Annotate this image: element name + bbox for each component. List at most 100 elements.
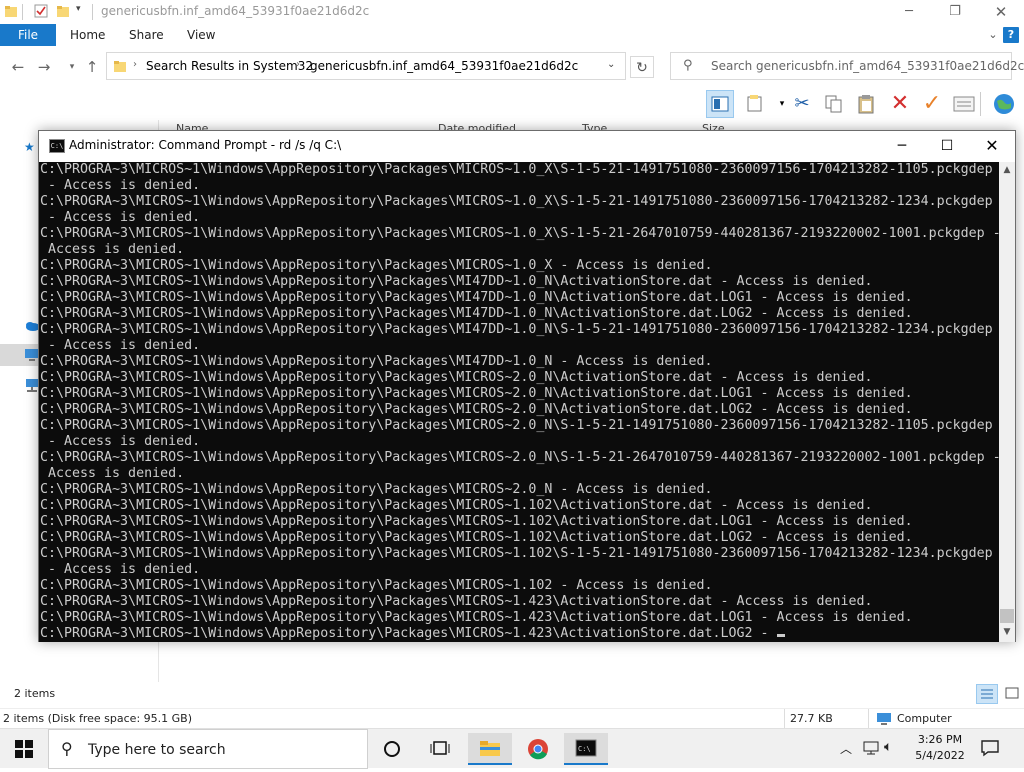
address-dropdown-icon[interactable]: ⌄ [607, 59, 615, 70]
console-line: C:\PROGRA~3\MICROS~1\Windows\AppReposito… [40, 498, 873, 513]
show-hidden-icons-icon[interactable]: ︿ [840, 740, 852, 757]
separator [980, 92, 981, 116]
console-line: C:\PROGRA~3\MICROS~1\Windows\AppReposito… [40, 386, 913, 401]
up-button[interactable]: ↑ [82, 56, 102, 78]
help-icon[interactable]: ? [1003, 27, 1019, 43]
new-item-icon[interactable] [742, 90, 770, 118]
separator [22, 4, 23, 20]
console-line: C:\PROGRA~3\MICROS~1\Windows\AppReposito… [40, 514, 913, 529]
cut-icon[interactable]: ✂ [788, 90, 816, 118]
maximize-button[interactable]: ❐ [932, 0, 978, 24]
console-line: C:\PROGRA~3\MICROS~1\Windows\AppReposito… [40, 322, 993, 337]
copy-icon[interactable] [820, 90, 848, 118]
ribbon-tabs: File Home Share View ⌄ ? [0, 24, 1024, 46]
chrome-icon[interactable] [516, 733, 560, 765]
recent-locations-icon[interactable]: ▾ [62, 56, 82, 78]
new-folder-icon[interactable] [56, 4, 70, 18]
computer-icon [876, 712, 892, 729]
separator [92, 4, 93, 20]
cmd-window-title: Administrator: Command Prompt - rd /s /q… [69, 138, 342, 152]
console-line: C:\PROGRA~3\MICROS~1\Windows\AppReposito… [40, 162, 993, 177]
breadcrumb-folder[interactable]: genericusbfn.inf_amd64_53931f0ae21d6d2c [310, 59, 578, 73]
expand-ribbon-icon[interactable]: ⌄ [984, 26, 1002, 44]
tab-file[interactable]: File [0, 24, 56, 46]
volume-icon[interactable]: 🔈︎ [884, 739, 892, 755]
console-line: C:\PROGRA~3\MICROS~1\Windows\AppReposito… [40, 226, 999, 241]
command-prompt-window[interactable]: C:\ Administrator: Command Prompt - rd /… [38, 130, 1016, 642]
console-line: - Access is denied. [40, 562, 201, 577]
cmd-minimize-button[interactable]: ─ [879, 131, 925, 161]
status-bar: 2 items (Disk free space: 95.1 GB) 27.7 … [0, 708, 1024, 729]
console-text: C:\PROGRA~3\MICROS~1\Windows\AppReposito… [39, 162, 999, 642]
address-row: ← → ▾ ↑ › Search Results in System32 › g… [0, 48, 1024, 86]
minimize-button[interactable]: ─ [886, 0, 932, 24]
tab-view[interactable]: View [187, 24, 215, 46]
console-output[interactable]: C:\PROGRA~3\MICROS~1\Windows\AppReposito… [39, 162, 999, 642]
console-line: C:\PROGRA~3\MICROS~1\Windows\AppReposito… [40, 290, 913, 305]
console-line: C:\PROGRA~3\MICROS~1\Windows\AppReposito… [40, 258, 713, 273]
folder-icon [113, 59, 127, 76]
console-line: Access is denied. [40, 242, 185, 257]
search-box[interactable]: ⚲ Search genericusbfn.inf_amd64_53931f0a… [670, 52, 1024, 80]
search-icon: ⚲ [683, 58, 693, 73]
details-view-button[interactable] [976, 684, 998, 704]
taskbar: ⚲ Type here to search C:\ ︿ 🔈︎ 3:26 PM 5… [0, 728, 1024, 769]
folder-icon [4, 4, 18, 18]
clock-date: 5/4/2022 [915, 749, 965, 762]
status-area: 2 items 2 items (Disk free space: 95.1 G… [0, 682, 1024, 729]
command-prompt-taskbar-icon[interactable]: C:\ [564, 733, 608, 765]
clock[interactable]: 3:26 PM 5/4/2022 [910, 732, 970, 764]
console-line: C:\PROGRA~3\MICROS~1\Windows\AppReposito… [40, 546, 993, 561]
network-status-icon[interactable] [862, 740, 880, 759]
tab-home[interactable]: Home [70, 24, 105, 46]
breadcrumb-chevron-icon[interactable]: › [133, 59, 137, 70]
cortana-icon[interactable] [370, 733, 414, 765]
customize-toolbar-icon[interactable]: ▾ [76, 4, 81, 14]
explorer-titlebar: ▾ genericusbfn.inf_amd64_53931f0ae21d6d2… [0, 0, 1024, 24]
scroll-thumb[interactable] [1000, 609, 1014, 623]
cmd-titlebar[interactable]: C:\ Administrator: Command Prompt - rd /… [39, 131, 1015, 161]
task-view-icon[interactable] [418, 733, 462, 765]
console-line: C:\PROGRA~3\MICROS~1\Windows\AppReposito… [40, 594, 873, 609]
sidebar-item-this-pc[interactable] [0, 344, 39, 366]
console-line: C:\PROGRA~3\MICROS~1\Windows\AppReposito… [40, 354, 713, 369]
console-line: C:\PROGRA~3\MICROS~1\Windows\AppReposito… [40, 194, 993, 209]
globe-icon[interactable] [990, 90, 1018, 118]
breadcrumb-search-results[interactable]: Search Results in System32 [146, 59, 313, 73]
taskbar-search[interactable]: ⚲ Type here to search [48, 729, 368, 769]
refresh-button[interactable]: ↻ [630, 56, 654, 78]
clock-time: 3:26 PM [917, 733, 963, 746]
properties-icon[interactable] [950, 90, 978, 118]
notification-center-icon[interactable] [980, 739, 1000, 760]
scroll-down-arrow-icon[interactable]: ▼ [999, 624, 1015, 640]
rename-check-icon[interactable]: ✓ [918, 90, 946, 118]
large-icons-view-button[interactable] [1002, 684, 1022, 704]
preview-pane-icon[interactable] [706, 90, 734, 118]
close-button[interactable]: ✕ [978, 0, 1024, 24]
console-line: C:\PROGRA~3\MICROS~1\Windows\AppReposito… [40, 626, 769, 641]
cmd-maximize-button[interactable]: ☐ [924, 131, 970, 161]
delete-icon[interactable]: ✕ [886, 90, 914, 118]
command-prompt-icon: C:\ [49, 139, 65, 153]
properties-icon[interactable] [34, 4, 48, 18]
console-line: C:\PROGRA~3\MICROS~1\Windows\AppReposito… [40, 274, 873, 289]
console-line: - Access is denied. [40, 210, 201, 225]
tab-share[interactable]: Share [129, 24, 164, 46]
console-line: C:\PROGRA~3\MICROS~1\Windows\AppReposito… [40, 530, 913, 545]
console-scrollbar[interactable]: ▲ ▼ [999, 162, 1015, 642]
scroll-up-arrow-icon[interactable]: ▲ [999, 162, 1015, 178]
console-line: Access is denied. [40, 466, 185, 481]
forward-button[interactable]: → [34, 56, 54, 78]
back-button[interactable]: ← [8, 56, 28, 78]
address-bar[interactable]: › Search Results in System32 › genericus… [106, 52, 626, 80]
file-explorer-taskbar-icon[interactable] [468, 733, 512, 765]
paste-icon[interactable] [852, 90, 880, 118]
cmd-close-button[interactable]: ✕ [969, 131, 1015, 161]
separator [868, 709, 869, 729]
breadcrumb-chevron-icon[interactable]: › [296, 59, 300, 70]
taskbar-search-input[interactable]: Type here to search [88, 742, 226, 758]
console-line: C:\PROGRA~3\MICROS~1\Windows\AppReposito… [40, 418, 993, 433]
console-line: - Access is denied. [40, 338, 201, 353]
search-input[interactable]: Search genericusbfn.inf_amd64_53931f0ae2… [711, 59, 1024, 73]
start-button[interactable] [0, 729, 48, 769]
